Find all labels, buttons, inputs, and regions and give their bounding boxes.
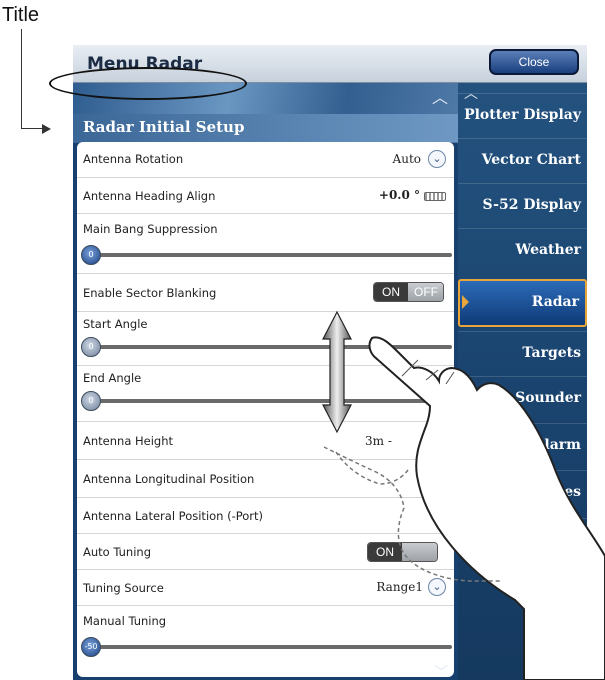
hand-gesture-icon	[368, 336, 605, 680]
scroll-gesture-arrow-icon	[322, 310, 352, 434]
gesture-overlay	[322, 310, 605, 680]
